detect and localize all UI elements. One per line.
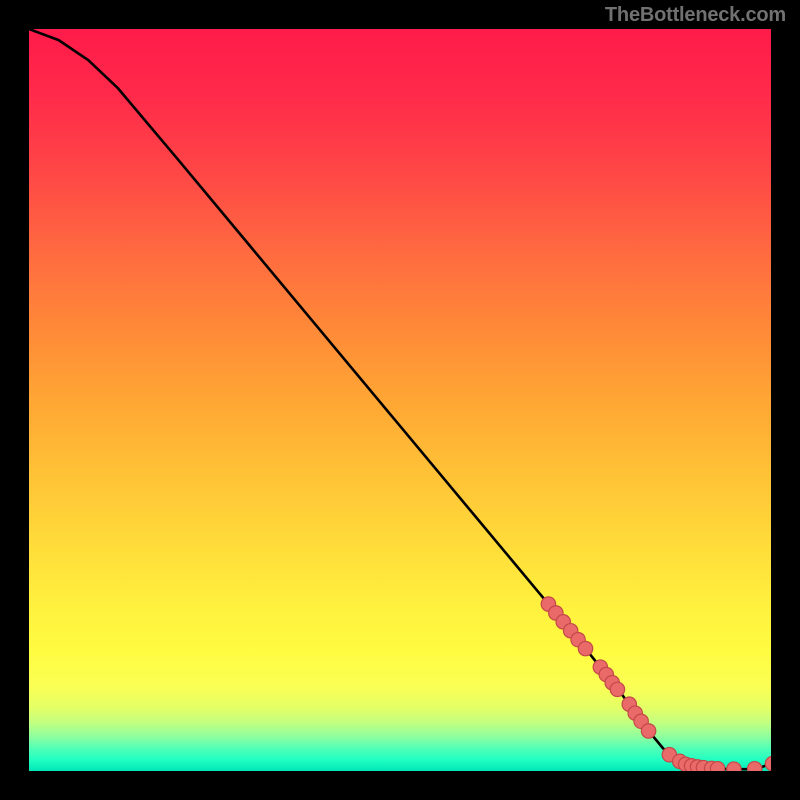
data-marker	[578, 641, 592, 655]
data-marker	[610, 682, 624, 696]
data-marker	[727, 762, 741, 771]
data-marker	[765, 756, 771, 770]
marker-group	[541, 597, 771, 771]
data-marker	[641, 724, 655, 738]
data-marker	[710, 762, 724, 771]
plot-area	[29, 29, 771, 771]
data-marker	[747, 762, 761, 771]
chart-frame: TheBottleneck.com	[0, 0, 800, 800]
chart-svg	[29, 29, 771, 771]
attribution-text: TheBottleneck.com	[605, 4, 786, 27]
main-curve	[29, 29, 771, 769]
